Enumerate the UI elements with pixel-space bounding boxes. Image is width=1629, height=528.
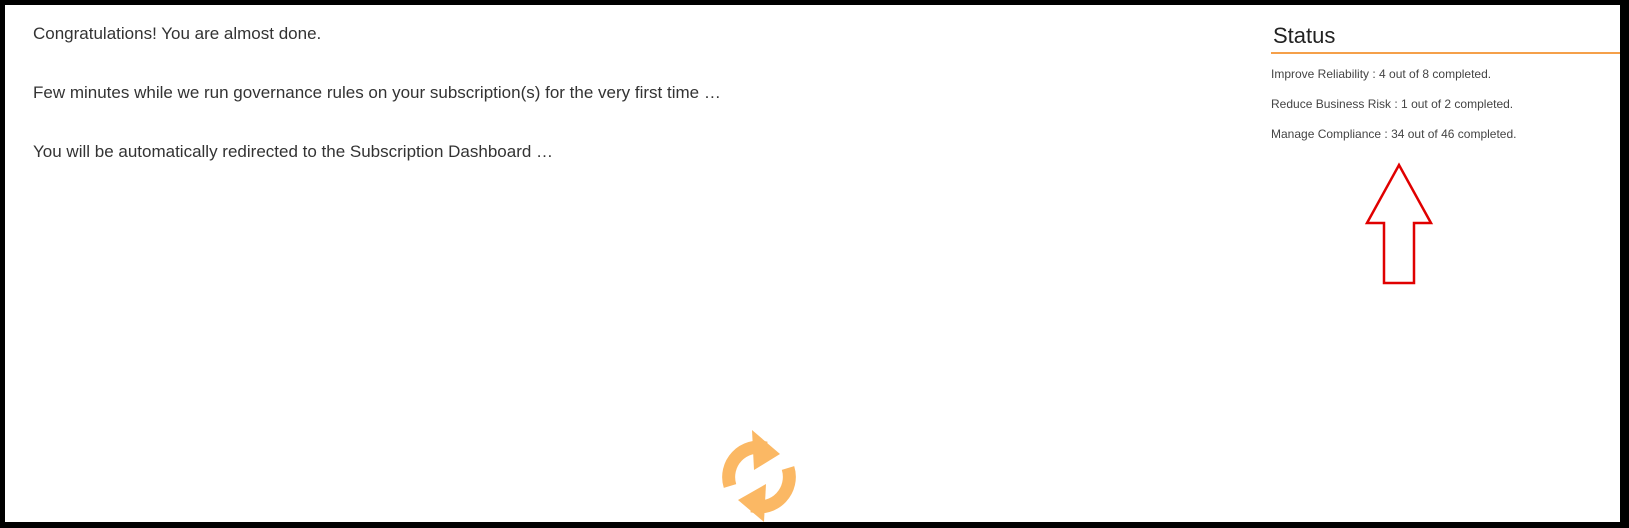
running-rules-message: Few minutes while we run governance rule… [33,83,721,102]
redirect-message: You will be automatically redirected to … [33,142,554,161]
frame-border-top [0,0,1629,5]
refresh-icon [722,430,796,522]
up-arrow-icon [1364,162,1434,285]
status-underline [1271,52,1620,54]
page: Congratulations! You are almost done. Fe… [0,0,1629,528]
frame-border-bottom [0,522,1629,528]
status-list: Improve Reliability : 4 out of 8 complet… [1271,66,1620,156]
status-title: Status [1273,23,1336,48]
status-item-compliance: Manage Compliance : 34 out of 46 complet… [1271,127,1517,141]
status-panel: Status Improve Reliability : 4 out of 8 … [1271,22,1620,156]
status-item-business-risk: Reduce Business Risk : 1 out of 2 comple… [1271,97,1514,111]
congrats-message: Congratulations! You are almost done. [33,24,322,43]
frame-border-right [1620,0,1629,528]
frame-border-left [0,0,5,528]
status-item-reliability: Improve Reliability : 4 out of 8 complet… [1271,67,1492,81]
